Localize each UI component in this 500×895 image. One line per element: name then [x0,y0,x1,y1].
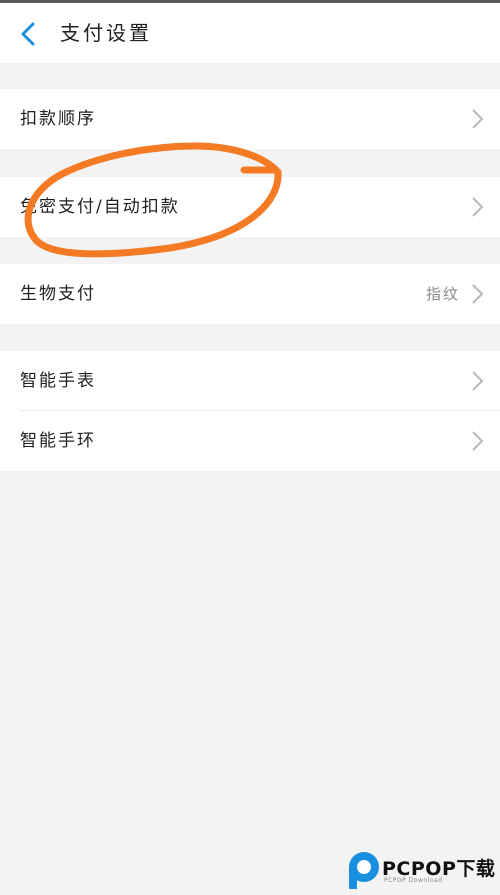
chevron-right-icon [472,109,484,129]
row-label: 智能手环 [20,431,96,451]
row-label: 免密支付/自动扣款 [20,197,180,217]
row-label: 智能手表 [20,371,96,391]
row-deduction-order[interactable]: 扣款顺序 [0,89,500,149]
chevron-right-icon [472,284,484,304]
back-chevron-icon[interactable] [14,19,44,49]
settings-group-biometric: 生物支付 指纹 [0,264,500,324]
row-smart-band[interactable]: 智能手环 [0,411,500,471]
settings-group-wearables: 智能手表 智能手环 [0,351,500,471]
row-label: 扣款顺序 [20,109,96,129]
row-biometric-pay[interactable]: 生物支付 指纹 [0,264,500,324]
navigation-header: 支付设置 [0,3,500,63]
settings-group-deduction: 扣款顺序 [0,89,500,149]
chevron-right-icon [472,371,484,391]
page-title: 支付设置 [60,21,152,45]
row-password-free-auto-deduct[interactable]: 免密支付/自动扣款 [0,177,500,237]
row-value: 指纹 [425,285,460,303]
chevron-right-icon [472,431,484,451]
row-label: 生物支付 [20,284,96,304]
settings-group-password-free: 免密支付/自动扣款 [0,177,500,237]
pcpop-watermark: PCPOP下载 PCPOP Download [344,848,500,893]
watermark-subtext: PCPOP Download [384,877,443,884]
chevron-right-icon [472,197,484,217]
pcpop-logo-icon [349,852,379,889]
row-smart-watch[interactable]: 智能手表 [0,351,500,411]
